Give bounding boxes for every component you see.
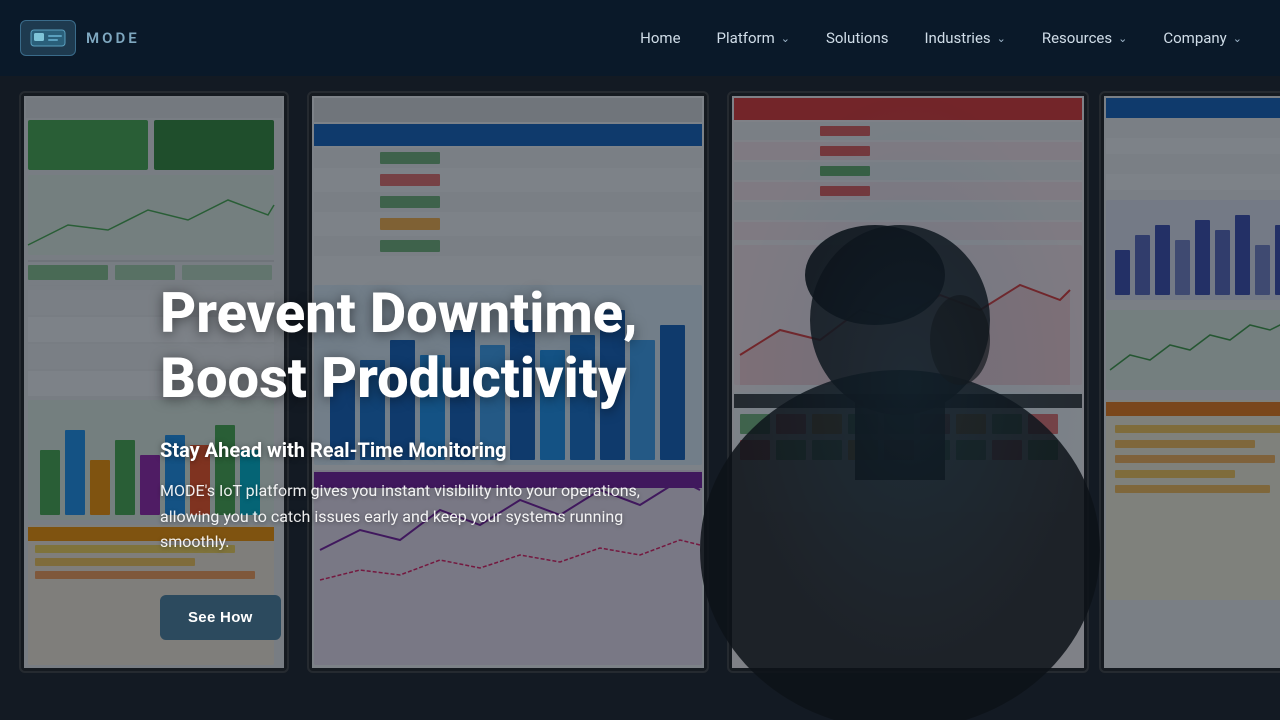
- nav-company[interactable]: Company ⌄: [1149, 21, 1256, 55]
- resources-chevron-icon: ⌄: [1118, 32, 1127, 45]
- nav-links: Home Platform ⌄ Solutions Industries ⌄ R…: [626, 21, 1256, 55]
- nav-platform[interactable]: Platform ⌄: [703, 21, 804, 55]
- hero-body-text: MODE's IoT platform gives you instant vi…: [160, 478, 640, 555]
- hero-subtitle: Stay Ahead with Real-Time Monitoring: [160, 438, 640, 462]
- navbar: MODE Home Platform ⌄ Solutions Industrie…: [0, 0, 1280, 76]
- platform-chevron-icon: ⌄: [781, 32, 790, 45]
- logo-text: MODE: [86, 29, 140, 47]
- hero-content: Prevent Downtime, Boost Productivity Sta…: [0, 0, 1280, 720]
- hero-title: Prevent Downtime, Boost Productivity: [160, 281, 640, 410]
- nav-industries[interactable]: Industries ⌄: [910, 21, 1019, 55]
- nav-solutions[interactable]: Solutions: [812, 21, 903, 55]
- nav-resources[interactable]: Resources ⌄: [1028, 21, 1141, 55]
- hero-section: Prevent Downtime, Boost Productivity Sta…: [0, 0, 1280, 720]
- see-how-button[interactable]: See How: [160, 595, 281, 640]
- company-chevron-icon: ⌄: [1233, 32, 1242, 45]
- logo-icon: [20, 20, 76, 56]
- nav-home[interactable]: Home: [626, 21, 694, 55]
- logo[interactable]: MODE: [20, 20, 140, 56]
- industries-chevron-icon: ⌄: [997, 32, 1006, 45]
